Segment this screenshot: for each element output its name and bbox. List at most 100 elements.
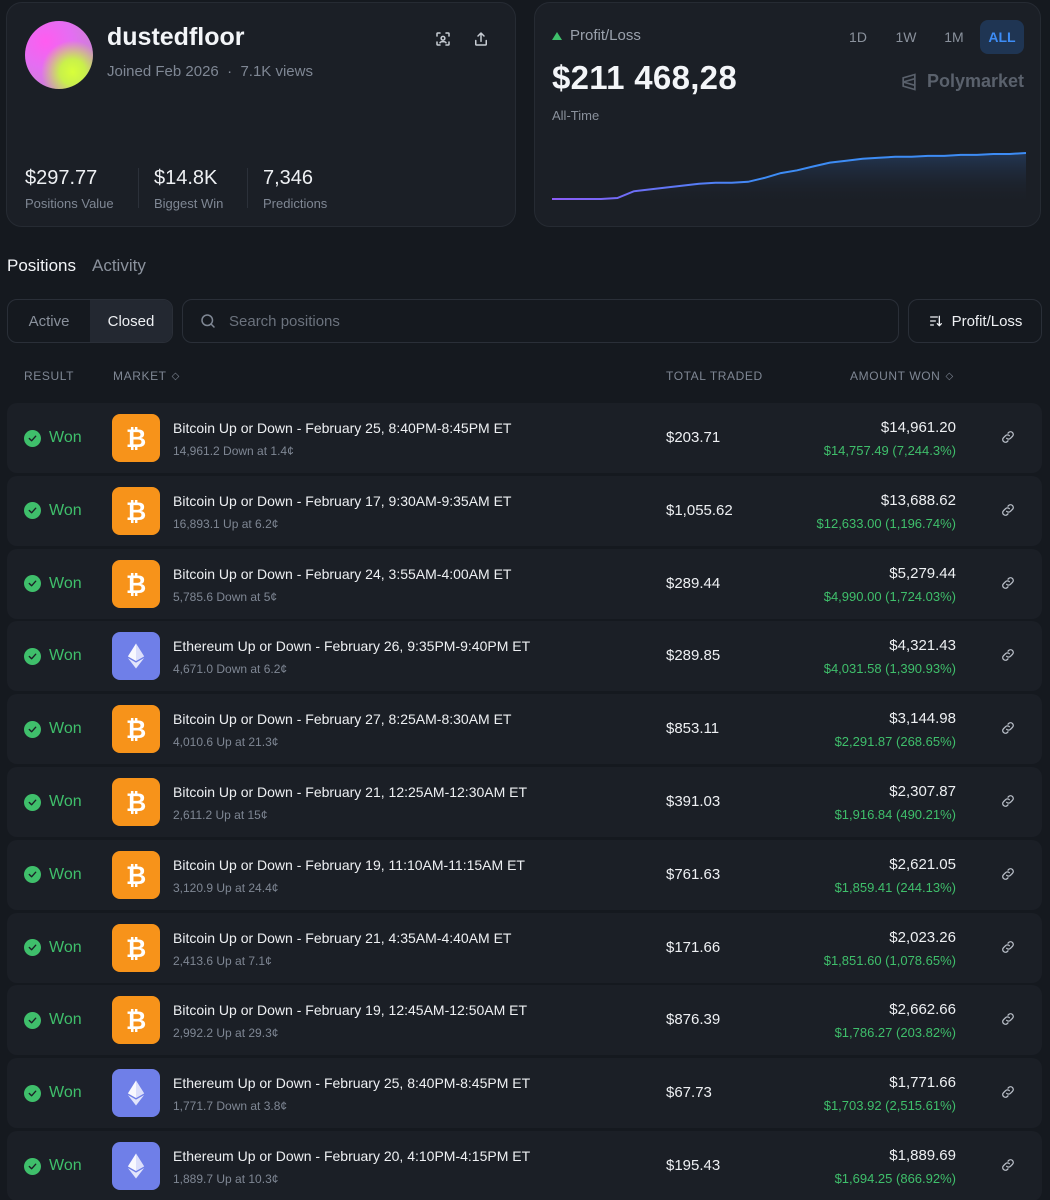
total-traded: $171.66: [666, 938, 721, 956]
table-row[interactable]: Won ₿ Bitcoin Up or Down - February 17, …: [7, 475, 1042, 546]
market-title[interactable]: Ethereum Up or Down - February 20, 4:10P…: [173, 1148, 530, 1164]
profit-amount: $4,990.00 (1,724.03%): [823, 588, 956, 604]
profit-amount: $1,786.27 (203.82%): [834, 1025, 956, 1041]
pnl-area: [552, 153, 1026, 205]
tab-activity[interactable]: Activity: [92, 256, 146, 276]
link-icon[interactable]: [1000, 793, 1018, 811]
scan-icon[interactable]: [430, 26, 456, 52]
bitcoin-icon: ₿: [126, 789, 146, 817]
market-title[interactable]: Bitcoin Up or Down - February 21, 12:25A…: [173, 784, 527, 800]
tab-positions[interactable]: Positions: [7, 256, 76, 276]
svg-text:₿: ₿: [126, 425, 146, 453]
table-row[interactable]: Won ₿ Bitcoin Up or Down - February 25, …: [7, 403, 1042, 473]
column-header-text: TOTAL TRADED: [666, 369, 763, 383]
view-count: 7.1K views: [240, 63, 313, 80]
link-icon[interactable]: [1000, 939, 1018, 957]
table-row[interactable]: Won ₿ Bitcoin Up or Down - February 27, …: [7, 694, 1042, 765]
amount-won: $1,889.69: [889, 1147, 956, 1164]
amount-won: $4,321.43: [889, 637, 956, 655]
table-row[interactable]: Won ₿ Bitcoin Up or Down - February 21, …: [7, 767, 1042, 837]
profit-amount: $1,851.60 (1,078.65%): [823, 952, 956, 968]
market-title[interactable]: Bitcoin Up or Down - February 25, 8:40PM…: [173, 420, 511, 436]
total-traded: $203.71: [666, 429, 721, 446]
check-circle-icon: [24, 502, 41, 520]
total-traded: $391.03: [666, 793, 721, 810]
stat-biggest-win: $14.8K Biggest Win: [154, 167, 223, 211]
column-header-amount-won[interactable]: AMOUNT WON ◇: [850, 369, 954, 383]
market-title[interactable]: Bitcoin Up or Down - February 21, 4:35AM…: [173, 930, 511, 946]
market-title[interactable]: Bitcoin Up or Down - February 24, 3:55AM…: [173, 566, 511, 582]
amount-won: $13,688.62: [880, 491, 956, 509]
check-circle-icon: [24, 939, 41, 957]
range-tab-1w[interactable]: 1W: [884, 20, 928, 54]
total-traded: $876.39: [666, 1011, 721, 1029]
search-input[interactable]: [229, 312, 829, 330]
sort-toggle-icon: ◇: [945, 370, 954, 382]
range-tabs: 1D 1W 1M ALL: [836, 20, 1024, 54]
table-row[interactable]: Won ₿ Bitcoin Up or Down - February 24, …: [7, 548, 1042, 619]
result-cell: Won: [24, 1084, 82, 1102]
market-title[interactable]: Ethereum Up or Down - February 25, 8:40P…: [173, 1075, 530, 1091]
market-position: 4,671.0 Down at 6.2¢: [173, 662, 288, 677]
market-title[interactable]: Bitcoin Up or Down - February 17, 9:30AM…: [173, 493, 511, 509]
link-icon[interactable]: [1000, 575, 1018, 593]
column-header-result: RESULT: [24, 369, 74, 383]
total-traded: $853.11: [666, 720, 720, 738]
total-traded: $67.73: [666, 1084, 712, 1102]
table-row[interactable]: Won Ethereum Up or Down - February 25, 8…: [7, 1058, 1042, 1129]
link-icon[interactable]: [1000, 429, 1018, 447]
check-circle-icon: [24, 1084, 41, 1102]
svg-text:₿: ₿: [126, 716, 146, 744]
coin-icon: [112, 632, 160, 681]
coin-icon: ₿: [112, 705, 160, 754]
table-row[interactable]: Won Ethereum Up or Down - February 20, 4…: [7, 1131, 1042, 1200]
svg-text:₿: ₿: [126, 1007, 146, 1035]
table-row[interactable]: Won ₿ Bitcoin Up or Down - February 19, …: [7, 839, 1042, 910]
market-position: 14,961.2 Down at 1.4¢: [173, 444, 294, 458]
link-icon[interactable]: [1000, 1084, 1018, 1102]
filter-active[interactable]: Active: [8, 300, 90, 342]
market-position: 16,893.1 Up at 6.2¢: [173, 516, 279, 531]
column-header-market[interactable]: MARKET ◇: [113, 369, 180, 383]
link-icon[interactable]: [1000, 720, 1018, 738]
check-circle-icon: [24, 1157, 41, 1175]
link-icon[interactable]: [1000, 647, 1018, 665]
link-icon[interactable]: [1000, 1011, 1018, 1029]
table-row[interactable]: Won ₿ Bitcoin Up or Down - February 21, …: [7, 912, 1042, 983]
sort-button[interactable]: Profit/Loss: [908, 299, 1042, 343]
profit-amount: $12,633.00 (1,196.74%): [816, 515, 957, 531]
range-tab-1d[interactable]: 1D: [836, 20, 880, 54]
link-icon[interactable]: [1000, 1157, 1018, 1175]
search-icon: [201, 314, 215, 328]
range-tab-1m[interactable]: 1M: [932, 20, 976, 54]
separator-dot: ·: [222, 63, 237, 80]
coin-icon: ₿: [112, 778, 160, 826]
search-box: [182, 299, 899, 343]
link-icon[interactable]: [1000, 866, 1018, 884]
total-traded: $289.85: [666, 647, 721, 665]
table-row[interactable]: Won ₿ Bitcoin Up or Down - February 19, …: [7, 985, 1042, 1056]
coin-icon: ₿: [112, 996, 160, 1045]
table-row[interactable]: Won Ethereum Up or Down - February 26, 9…: [7, 621, 1042, 692]
market-title[interactable]: Bitcoin Up or Down - February 19, 11:10A…: [173, 857, 525, 873]
main-tabs: Positions Activity: [7, 256, 146, 276]
share-icon[interactable]: [468, 26, 494, 52]
stat-label: Predictions: [263, 196, 328, 211]
avatar[interactable]: [25, 21, 93, 89]
market-title[interactable]: Bitcoin Up or Down - February 27, 8:25AM…: [173, 711, 511, 727]
range-tab-all[interactable]: ALL: [980, 20, 1024, 54]
pnl-label-text: Profit/Loss: [570, 27, 641, 44]
filter-closed[interactable]: Closed: [90, 300, 172, 342]
check-circle-icon: [24, 575, 41, 593]
stat-value: $14.8K: [154, 167, 218, 189]
profit-loss-card: Profit/Loss $211 468,28 All-Time 1D 1W 1…: [534, 2, 1041, 227]
check-circle-icon: [24, 866, 41, 884]
profit-amount: $14,757.49 (7,244.3%): [823, 443, 956, 458]
status-toggle: Active Closed: [7, 299, 173, 343]
market-title[interactable]: Bitcoin Up or Down - February 19, 12:45A…: [173, 1002, 527, 1018]
market-title[interactable]: Ethereum Up or Down - February 26, 9:35P…: [173, 638, 530, 654]
sort-toggle-icon: ◇: [171, 370, 180, 382]
market-position: 1,889.7 Up at 10.3¢: [173, 1172, 279, 1186]
link-icon[interactable]: [1000, 502, 1018, 520]
coin-icon: [112, 1069, 160, 1118]
